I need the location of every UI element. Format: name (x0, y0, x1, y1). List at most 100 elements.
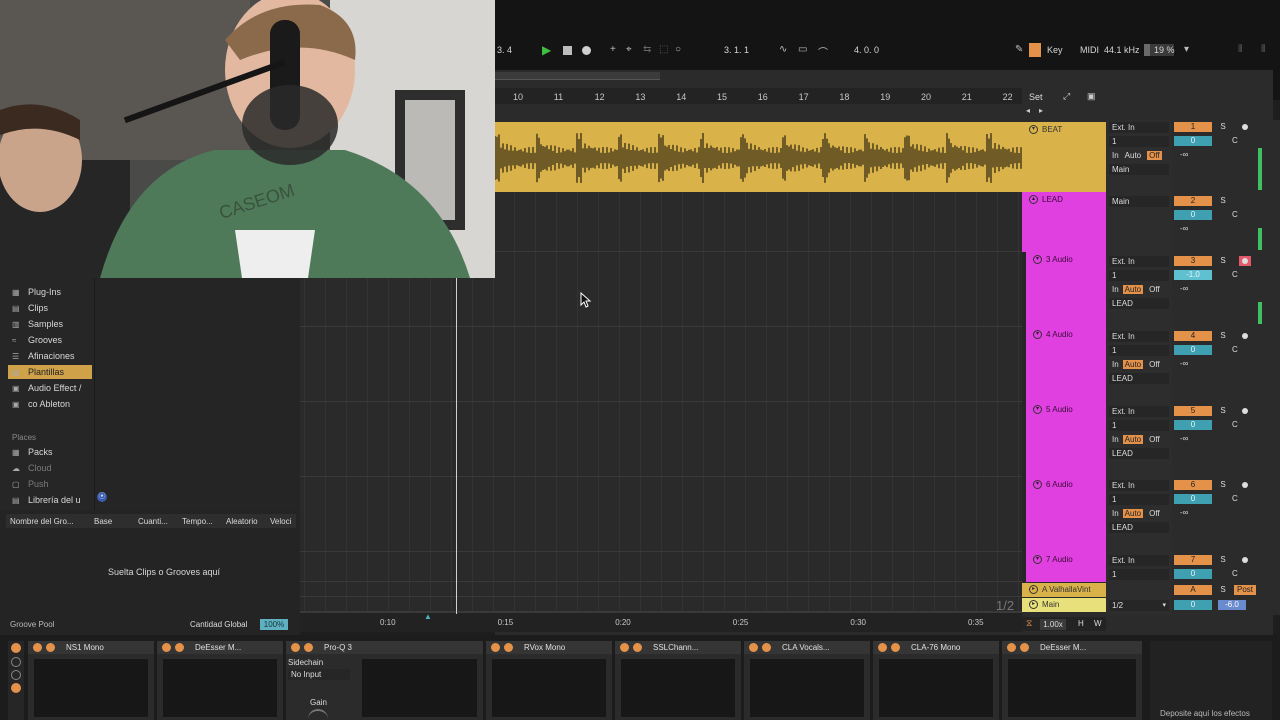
solo-button[interactable]: S (1216, 555, 1230, 565)
beat-ruler[interactable]: 10 11 12 13 14 15 16 17 18 19 20 21 22 (495, 88, 1022, 104)
post-button[interactable]: Post (1234, 585, 1256, 595)
power-icon[interactable] (33, 643, 42, 652)
overview-scroll[interactable] (495, 72, 660, 80)
fold-icon[interactable]: ▾ (1033, 330, 1042, 339)
device-menu-icon[interactable] (304, 643, 313, 652)
fold-icon[interactable]: ▸ (1029, 585, 1038, 594)
volume-field[interactable]: 0 (1174, 345, 1212, 355)
browser-item[interactable]: ▣ Audio Effect / (12, 381, 81, 395)
power-icon[interactable] (162, 643, 171, 652)
volume-field[interactable]: 0 (1174, 494, 1212, 504)
tempo-follow-icon[interactable]: ⧖ (1026, 618, 1032, 629)
loop-length[interactable]: 4. 0. 0 (854, 45, 879, 55)
pan-knob[interactable]: C (1232, 270, 1238, 279)
record-arm-button[interactable] (1239, 480, 1251, 490)
browser-item[interactable]: ▤ Plantillas (8, 365, 92, 379)
power-icon[interactable] (749, 643, 758, 652)
song-position[interactable]: 3. 4 (497, 45, 512, 55)
volume-field[interactable]: 0 (1174, 420, 1212, 430)
monitor-in-button[interactable]: In (1112, 360, 1119, 369)
record-arm-button[interactable] (1239, 122, 1251, 132)
lock-icon[interactable]: ▣ (1087, 91, 1096, 102)
w-button[interactable]: W (1094, 619, 1102, 628)
device-menu-icon[interactable] (762, 643, 771, 652)
solo-button[interactable]: S (1216, 406, 1230, 416)
col-quantize[interactable]: Cuanti... (138, 517, 168, 526)
volume-field[interactable]: 0 (1174, 136, 1212, 146)
lane-7-audio[interactable] (300, 552, 1022, 582)
stop-icon[interactable] (563, 46, 572, 55)
fold-icon[interactable]: ▾ (1033, 405, 1042, 414)
expand-icon[interactable]: ⤢ (1063, 91, 1070, 102)
beat-audio-clip[interactable] (495, 122, 1022, 192)
input-type-select[interactable]: Ext. In (1109, 480, 1169, 491)
follow-icon[interactable]: ∿ (779, 44, 787, 55)
power-icon[interactable] (11, 643, 21, 653)
output-select[interactable]: Main (1109, 164, 1169, 175)
pan-knob[interactable]: C (1232, 569, 1238, 578)
input-channel-select[interactable]: 1 (1109, 569, 1169, 580)
place-item[interactable]: ▦ Packs (12, 445, 53, 459)
output-select[interactable]: LEAD (1109, 522, 1169, 533)
monitor-auto-button[interactable]: Auto (1122, 360, 1144, 369)
output-select[interactable]: Main (1109, 196, 1169, 207)
input-channel-select[interactable]: 1 (1109, 494, 1169, 505)
col-name[interactable]: Nombre del Gro... (10, 517, 74, 526)
overdub-icon[interactable]: + (610, 44, 616, 55)
col-base[interactable]: Base (94, 517, 112, 526)
output-select[interactable]: LEAD (1109, 373, 1169, 384)
send-value[interactable]: -∞ (1180, 284, 1188, 293)
monitor-off-button[interactable]: Off (1147, 360, 1162, 369)
monitor-off-button[interactable]: Off (1147, 285, 1162, 294)
input-type-select[interactable]: Ext. In (1109, 406, 1169, 417)
pan-knob[interactable]: C (1232, 345, 1238, 354)
pan-knob[interactable]: C (1232, 210, 1238, 219)
monitor-auto-button[interactable]: Auto (1122, 509, 1144, 518)
monitor-in-button[interactable]: In (1112, 285, 1119, 294)
draw-mode-icon[interactable]: ✎ (1015, 44, 1023, 55)
fold-icon[interactable]: ▴ (1029, 195, 1038, 204)
solo-button[interactable]: S (1216, 196, 1230, 206)
key-label[interactable]: Key (1047, 45, 1063, 55)
lane-6-audio[interactable] (300, 477, 1022, 552)
power-icon[interactable] (878, 643, 887, 652)
pan-knob[interactable]: C (1232, 136, 1238, 145)
track-header-lead[interactable]: ▴ LEAD (1022, 192, 1106, 252)
volume-field[interactable]: -1.0 (1174, 270, 1212, 280)
pan-knob[interactable]: C (1232, 494, 1238, 503)
plugin-device[interactable]: CLA Vocals... (744, 641, 870, 720)
nav-left-icon[interactable]: ◂ (1026, 106, 1030, 115)
monitor-auto-button[interactable]: Auto (1122, 435, 1144, 444)
input-channel-select[interactable]: 1 (1109, 136, 1169, 147)
midi-label[interactable]: MIDI (1080, 45, 1099, 55)
track-activator[interactable]: 2 (1174, 196, 1212, 206)
fold-icon[interactable]: ▾ (1033, 480, 1042, 489)
monitor-auto-button[interactable]: Auto (1122, 285, 1144, 294)
track-header-4-audio[interactable]: ▾ 4 Audio (1022, 327, 1106, 402)
volume-field[interactable]: 0 (1174, 210, 1212, 220)
place-item[interactable]: ☁ Cloud (12, 461, 52, 475)
mixer-icon[interactable] (11, 683, 21, 693)
track-activator[interactable]: 3 (1174, 256, 1212, 266)
send-value[interactable]: -∞ (1180, 434, 1188, 443)
info-icon[interactable]: ⦿ (97, 492, 107, 502)
record-arm-button[interactable] (1239, 406, 1251, 416)
device-menu-icon[interactable] (504, 643, 513, 652)
device-menu-icon[interactable] (46, 643, 55, 652)
track-activator[interactable]: 7 (1174, 555, 1212, 565)
solo-button[interactable]: S (1216, 122, 1230, 132)
track-header-7-audio[interactable]: ▾ 7 Audio (1022, 552, 1106, 582)
set-label[interactable]: Set (1029, 92, 1043, 102)
send-value[interactable]: -∞ (1180, 150, 1188, 159)
send-value[interactable]: -∞ (1180, 359, 1188, 368)
input-type-select[interactable]: Ext. In (1109, 122, 1169, 133)
output-select[interactable]: LEAD (1109, 298, 1169, 309)
monitor-in-button[interactable]: In (1112, 509, 1119, 518)
monitor-auto-button[interactable]: Auto (1123, 151, 1143, 160)
global-amount-value[interactable]: 100% (260, 619, 288, 630)
input-channel-select[interactable]: 1 (1109, 345, 1169, 356)
record-icon[interactable] (582, 46, 591, 55)
power-icon[interactable] (291, 643, 300, 652)
solo-button[interactable]: S (1216, 256, 1230, 266)
device-menu-icon[interactable] (1020, 643, 1029, 652)
